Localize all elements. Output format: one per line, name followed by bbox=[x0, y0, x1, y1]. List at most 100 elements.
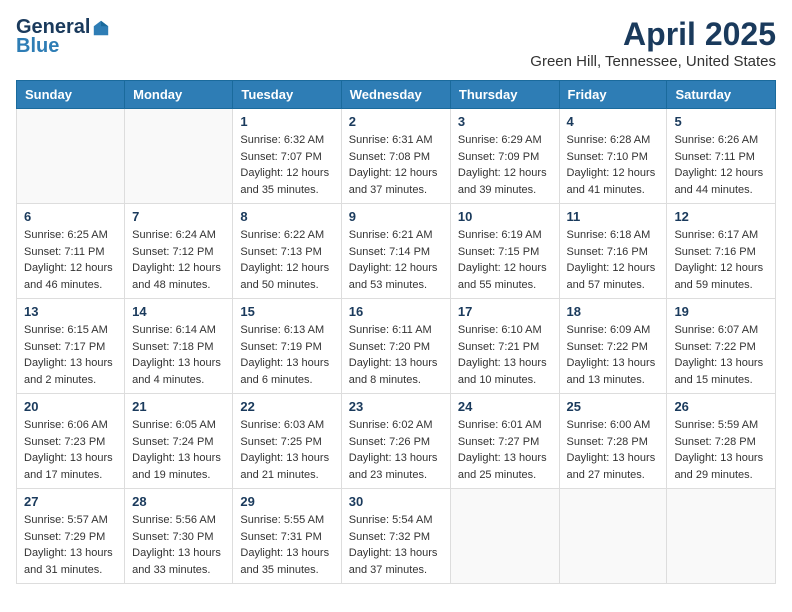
day-number: 23 bbox=[349, 399, 443, 414]
calendar-day-cell: 12 Sunrise: 6:17 AM Sunset: 7:16 PM Dayli… bbox=[667, 204, 776, 299]
calendar-day-cell: 21Sunrise: 6:05 AM Sunset: 7:24 PM Dayli… bbox=[125, 394, 233, 489]
day-info: Sunrise: 6:01 AM Sunset: 7:27 PM Dayligh… bbox=[458, 417, 552, 483]
day-number: 20 bbox=[24, 399, 117, 414]
day-number: 28 bbox=[132, 494, 225, 509]
day-number: 25 bbox=[567, 399, 660, 414]
day-info: Sunrise: 6:25 AM Sunset: 7:11 PM Dayligh… bbox=[24, 227, 117, 293]
calendar-day-cell: 3 Sunrise: 6:29 AM Sunset: 7:09 PM Daylig… bbox=[450, 109, 559, 204]
calendar-day-cell: 1Sunrise: 6:32 AM Sunset: 7:07 PM Daylig… bbox=[233, 109, 341, 204]
calendar-day-cell: 10 Sunrise: 6:19 AM Sunset: 7:15 PM Dayli… bbox=[450, 204, 559, 299]
calendar-day-cell: 19Sunrise: 6:07 AM Sunset: 7:22 PM Dayli… bbox=[667, 299, 776, 394]
calendar-day-cell bbox=[667, 489, 776, 584]
day-number: 12 bbox=[674, 209, 768, 224]
calendar-week-row: 6 Sunrise: 6:25 AM Sunset: 7:11 PM Daylig… bbox=[17, 204, 776, 299]
page-header: General Blue April 2025 Green Hill, Tenn… bbox=[16, 16, 776, 70]
day-info: Sunrise: 6:28 AM Sunset: 7:10 PM Dayligh… bbox=[567, 132, 660, 198]
day-number: 22 bbox=[240, 399, 333, 414]
day-number: 16 bbox=[349, 304, 443, 319]
calendar-day-cell bbox=[450, 489, 559, 584]
day-number: 17 bbox=[458, 304, 552, 319]
calendar-day-cell: 13Sunrise: 6:15 AM Sunset: 7:17 PM Dayli… bbox=[17, 299, 125, 394]
day-info: Sunrise: 6:11 AM Sunset: 7:20 PM Dayligh… bbox=[349, 322, 443, 388]
logo-blue: Blue bbox=[16, 35, 59, 58]
day-info: Sunrise: 5:56 AM Sunset: 7:30 PM Dayligh… bbox=[132, 512, 225, 578]
calendar-day-cell: 27Sunrise: 5:57 AM Sunset: 7:29 PM Dayli… bbox=[17, 489, 125, 584]
day-info: Sunrise: 6:00 AM Sunset: 7:28 PM Dayligh… bbox=[567, 417, 660, 483]
day-info: Sunrise: 6:03 AM Sunset: 7:25 PM Dayligh… bbox=[240, 417, 333, 483]
day-number: 11 bbox=[567, 209, 660, 224]
calendar-day-cell bbox=[559, 489, 667, 584]
calendar-day-cell bbox=[17, 109, 125, 204]
day-info: Sunrise: 6:09 AM Sunset: 7:22 PM Dayligh… bbox=[567, 322, 660, 388]
calendar-header-day: Wednesday bbox=[341, 81, 450, 109]
calendar-header-day: Saturday bbox=[667, 81, 776, 109]
calendar-header-day: Thursday bbox=[450, 81, 559, 109]
logo: General Blue bbox=[16, 16, 112, 58]
day-info: Sunrise: 5:55 AM Sunset: 7:31 PM Dayligh… bbox=[240, 512, 333, 578]
day-info: Sunrise: 6:29 AM Sunset: 7:09 PM Dayligh… bbox=[458, 132, 552, 198]
day-info: Sunrise: 6:14 AM Sunset: 7:18 PM Dayligh… bbox=[132, 322, 225, 388]
calendar-header-day: Friday bbox=[559, 81, 667, 109]
calendar-header-day: Tuesday bbox=[233, 81, 341, 109]
day-info: Sunrise: 6:32 AM Sunset: 7:07 PM Dayligh… bbox=[240, 132, 333, 198]
day-number: 7 bbox=[132, 209, 225, 224]
day-info: Sunrise: 6:26 AM Sunset: 7:11 PM Dayligh… bbox=[674, 132, 768, 198]
calendar-day-cell: 28 Sunrise: 5:56 AM Sunset: 7:30 PM Dayli… bbox=[125, 489, 233, 584]
day-number: 30 bbox=[349, 494, 443, 509]
calendar-day-cell: 25 Sunrise: 6:00 AM Sunset: 7:28 PM Dayli… bbox=[559, 394, 667, 489]
calendar-header-day: Monday bbox=[125, 81, 233, 109]
day-number: 24 bbox=[458, 399, 552, 414]
day-info: Sunrise: 6:31 AM Sunset: 7:08 PM Dayligh… bbox=[349, 132, 443, 198]
day-info: Sunrise: 6:06 AM Sunset: 7:23 PM Dayligh… bbox=[24, 417, 117, 483]
day-info: Sunrise: 6:19 AM Sunset: 7:15 PM Dayligh… bbox=[458, 227, 552, 293]
day-number: 6 bbox=[24, 209, 117, 224]
day-info: Sunrise: 6:05 AM Sunset: 7:24 PM Dayligh… bbox=[132, 417, 225, 483]
day-info: Sunrise: 6:22 AM Sunset: 7:13 PM Dayligh… bbox=[240, 227, 333, 293]
calendar-day-cell: 30 Sunrise: 5:54 AM Sunset: 7:32 PM Dayli… bbox=[341, 489, 450, 584]
calendar-day-cell: 9Sunrise: 6:21 AM Sunset: 7:14 PM Daylig… bbox=[341, 204, 450, 299]
calendar-day-cell: 29 Sunrise: 5:55 AM Sunset: 7:31 PM Dayli… bbox=[233, 489, 341, 584]
calendar-week-row: 1Sunrise: 6:32 AM Sunset: 7:07 PM Daylig… bbox=[17, 109, 776, 204]
calendar-day-cell: 17 Sunrise: 6:10 AM Sunset: 7:21 PM Dayli… bbox=[450, 299, 559, 394]
day-number: 2 bbox=[349, 114, 443, 129]
day-number: 14 bbox=[132, 304, 225, 319]
calendar-week-row: 27Sunrise: 5:57 AM Sunset: 7:29 PM Dayli… bbox=[17, 489, 776, 584]
day-number: 29 bbox=[240, 494, 333, 509]
calendar-week-row: 13Sunrise: 6:15 AM Sunset: 7:17 PM Dayli… bbox=[17, 299, 776, 394]
calendar-day-cell: 2 Sunrise: 6:31 AM Sunset: 7:08 PM Daylig… bbox=[341, 109, 450, 204]
calendar-day-cell: 11Sunrise: 6:18 AM Sunset: 7:16 PM Dayli… bbox=[559, 204, 667, 299]
day-number: 13 bbox=[24, 304, 117, 319]
day-info: Sunrise: 5:57 AM Sunset: 7:29 PM Dayligh… bbox=[24, 512, 117, 578]
calendar-day-cell: 24 Sunrise: 6:01 AM Sunset: 7:27 PM Dayli… bbox=[450, 394, 559, 489]
calendar-day-cell: 5Sunrise: 6:26 AM Sunset: 7:11 PM Daylig… bbox=[667, 109, 776, 204]
day-info: Sunrise: 6:10 AM Sunset: 7:21 PM Dayligh… bbox=[458, 322, 552, 388]
day-info: Sunrise: 6:02 AM Sunset: 7:26 PM Dayligh… bbox=[349, 417, 443, 483]
calendar-day-cell: 14 Sunrise: 6:14 AM Sunset: 7:18 PM Dayli… bbox=[125, 299, 233, 394]
day-info: Sunrise: 6:24 AM Sunset: 7:12 PM Dayligh… bbox=[132, 227, 225, 293]
day-info: Sunrise: 5:59 AM Sunset: 7:28 PM Dayligh… bbox=[674, 417, 768, 483]
calendar-day-cell: 22 Sunrise: 6:03 AM Sunset: 7:25 PM Dayli… bbox=[233, 394, 341, 489]
calendar-day-cell: 16 Sunrise: 6:11 AM Sunset: 7:20 PM Dayli… bbox=[341, 299, 450, 394]
calendar-day-cell: 15 Sunrise: 6:13 AM Sunset: 7:19 PM Dayli… bbox=[233, 299, 341, 394]
calendar-day-cell: 18 Sunrise: 6:09 AM Sunset: 7:22 PM Dayli… bbox=[559, 299, 667, 394]
day-number: 9 bbox=[349, 209, 443, 224]
day-number: 26 bbox=[674, 399, 768, 414]
calendar-subtitle: Green Hill, Tennessee, United States bbox=[530, 53, 776, 70]
calendar-week-row: 20 Sunrise: 6:06 AM Sunset: 7:23 PM Dayli… bbox=[17, 394, 776, 489]
day-info: Sunrise: 5:54 AM Sunset: 7:32 PM Dayligh… bbox=[349, 512, 443, 578]
calendar-header-day: Sunday bbox=[17, 81, 125, 109]
day-info: Sunrise: 6:13 AM Sunset: 7:19 PM Dayligh… bbox=[240, 322, 333, 388]
day-number: 10 bbox=[458, 209, 552, 224]
calendar-day-cell: 4Sunrise: 6:28 AM Sunset: 7:10 PM Daylig… bbox=[559, 109, 667, 204]
day-info: Sunrise: 6:17 AM Sunset: 7:16 PM Dayligh… bbox=[674, 227, 768, 293]
calendar-day-cell: 26 Sunrise: 5:59 AM Sunset: 7:28 PM Dayli… bbox=[667, 394, 776, 489]
day-number: 3 bbox=[458, 114, 552, 129]
calendar-day-cell: 7 Sunrise: 6:24 AM Sunset: 7:12 PM Daylig… bbox=[125, 204, 233, 299]
calendar-day-cell: 20 Sunrise: 6:06 AM Sunset: 7:23 PM Dayli… bbox=[17, 394, 125, 489]
day-info: Sunrise: 6:07 AM Sunset: 7:22 PM Dayligh… bbox=[674, 322, 768, 388]
day-number: 18 bbox=[567, 304, 660, 319]
calendar-title: April 2025 bbox=[530, 16, 776, 53]
calendar-table: SundayMondayTuesdayWednesdayThursdayFrid… bbox=[16, 80, 776, 584]
day-number: 15 bbox=[240, 304, 333, 319]
calendar-header-row: SundayMondayTuesdayWednesdayThursdayFrid… bbox=[17, 81, 776, 109]
